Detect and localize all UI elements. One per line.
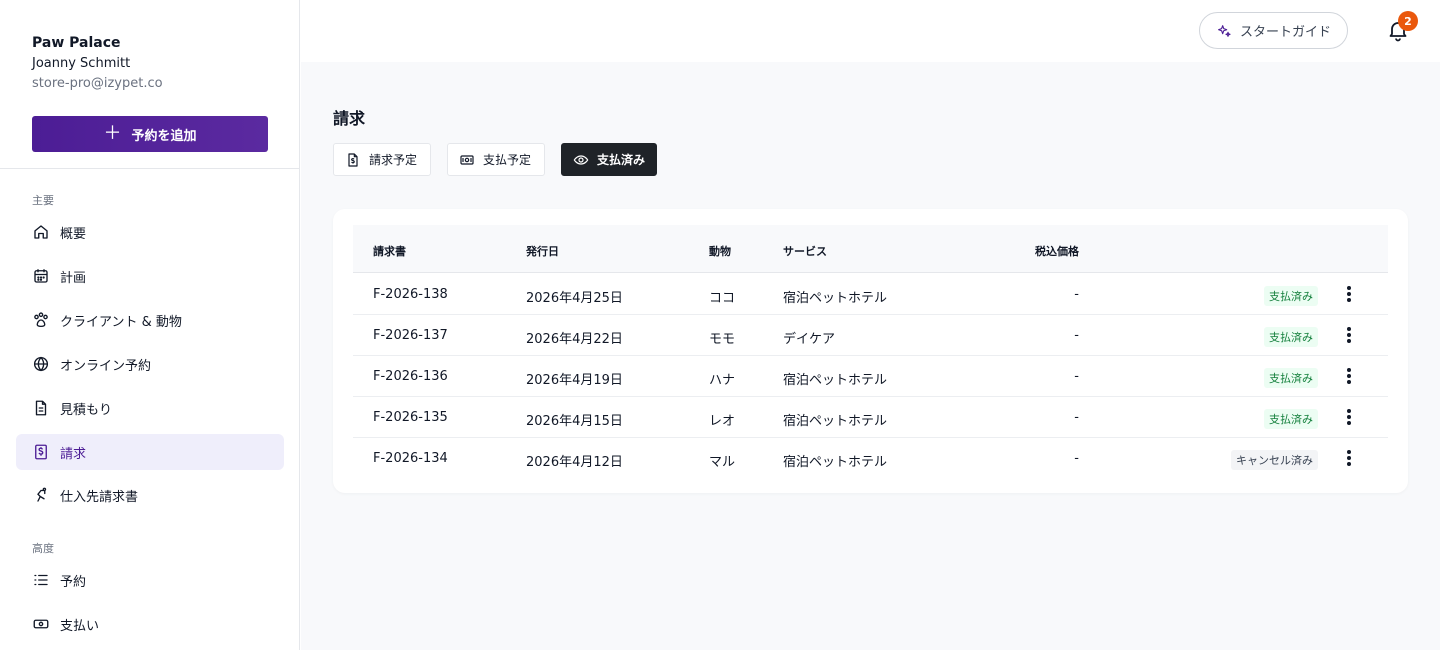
status-badge: 支払済み: [1264, 286, 1318, 306]
invoice-number[interactable]: F-2026-135: [373, 410, 448, 425]
invoice-number[interactable]: F-2026-134: [373, 451, 448, 466]
sidebar-item-label: 見積もり: [60, 402, 113, 418]
more-options-icon[interactable]: [1342, 366, 1356, 386]
service-name: 宿泊ペットホテル: [783, 373, 888, 388]
sidebar-item-label: 計画: [60, 270, 87, 286]
service-name: 宿泊ペットホテル: [783, 414, 888, 429]
paw-icon: [32, 311, 50, 329]
sidebar-item-payments[interactable]: 支払い: [16, 606, 284, 642]
sidebar-divider: [0, 168, 300, 169]
sidebar-item-overview[interactable]: 概要: [16, 214, 284, 250]
more-options-icon[interactable]: [1342, 325, 1356, 345]
issue-date: 2026年4月19日: [526, 373, 623, 388]
invoice-number[interactable]: F-2026-138: [373, 287, 448, 302]
price-value: -: [1074, 328, 1079, 343]
tab-scheduled-invoices[interactable]: 請求予定: [333, 143, 431, 176]
section-label-main: 主要: [32, 194, 54, 207]
issue-date: 2026年4月25日: [526, 291, 623, 306]
animal-name: マル: [709, 455, 736, 470]
animal-name: モモ: [709, 332, 736, 347]
sidebar-item-label: 予約: [60, 574, 87, 590]
status-badge: 支払済み: [1264, 327, 1318, 347]
issue-date: 2026年4月22日: [526, 332, 623, 347]
sidebar-item-quotes[interactable]: 見積もり: [16, 390, 284, 426]
table-row[interactable]: F-2026-137 2026年4月22日 モモ デイケア - 支払済み: [353, 315, 1388, 356]
sidebar-item-billing[interactable]: 請求: [16, 434, 284, 470]
sidebar: Paw Palace Joanny Schmitt store-pro@izyp…: [0, 0, 300, 650]
tab-label: 支払予定: [483, 153, 532, 167]
sidebar-item-planning[interactable]: 計画: [16, 258, 284, 294]
sidebar-item-label: 請求: [60, 446, 87, 462]
tab-label: 請求予定: [369, 153, 418, 167]
notification-badge: 2: [1398, 11, 1418, 31]
more-options-icon[interactable]: [1342, 407, 1356, 427]
plus-icon: ＋: [103, 123, 122, 144]
status-badge: 支払済み: [1264, 368, 1318, 388]
sidebar-item-label: 支払い: [60, 618, 100, 634]
price-value: -: [1074, 287, 1079, 302]
money-icon: [459, 152, 475, 168]
status-badge: キャンセル済み: [1231, 450, 1318, 470]
sidebar-item-label: 仕入先請求書: [60, 489, 139, 505]
sidebar-item-label: クライアント & 動物: [60, 314, 182, 330]
price-value: -: [1074, 410, 1079, 425]
animal-name: ココ: [709, 291, 736, 306]
animal-name: ハナ: [709, 373, 736, 388]
table-row[interactable]: F-2026-136 2026年4月19日 ハナ 宿泊ペットホテル - 支払済み: [353, 356, 1388, 397]
eye-icon: [573, 152, 589, 168]
tab-paid[interactable]: 支払済み: [561, 143, 657, 176]
tab-scheduled-payments[interactable]: 支払予定: [447, 143, 545, 176]
sidebar-item-label: オンライン予約: [60, 358, 152, 374]
add-booking-label: 予約を追加: [131, 128, 197, 144]
home-icon: [32, 223, 50, 241]
user-name: Joanny Schmitt: [32, 56, 131, 71]
cash-icon: [32, 615, 50, 633]
status-badge: 支払済み: [1264, 409, 1318, 429]
column-header-animal: 動物: [709, 245, 731, 258]
table-row[interactable]: F-2026-134 2026年4月12日 マル 宿泊ペットホテル - キャンセ…: [353, 438, 1388, 479]
price-value: -: [1074, 451, 1079, 466]
calendar-icon: [32, 267, 50, 285]
service-name: 宿泊ペットホテル: [783, 455, 888, 470]
sidebar-item-online-booking[interactable]: オンライン予約: [16, 346, 284, 382]
sidebar-item-clients[interactable]: クライアント & 動物: [16, 302, 284, 338]
service-name: 宿泊ペットホテル: [783, 291, 888, 306]
table-row[interactable]: F-2026-135 2026年4月15日 レオ 宿泊ペットホテル - 支払済み: [353, 397, 1388, 438]
store-name: Paw Palace: [32, 35, 121, 51]
globe-icon: [32, 355, 50, 373]
user-email: store-pro@izypet.co: [32, 76, 163, 91]
sidebar-item-label: 概要: [60, 226, 87, 242]
section-label-advanced: 高度: [32, 542, 54, 555]
document-icon: [32, 399, 50, 417]
service-name: デイケア: [783, 332, 836, 347]
list-icon: [32, 571, 50, 589]
column-header-service: サービス: [783, 245, 827, 258]
more-options-icon[interactable]: [1342, 448, 1356, 468]
start-guide-button[interactable]: スタートガイド: [1199, 12, 1348, 49]
column-header-invoice: 請求書: [373, 245, 406, 258]
tab-label: 支払済み: [597, 153, 646, 167]
column-header-date: 発行日: [526, 245, 559, 258]
column-header-price: 税込価格: [1035, 245, 1079, 258]
issue-date: 2026年4月12日: [526, 455, 623, 470]
table-header: [353, 225, 1388, 273]
table-row[interactable]: F-2026-138 2026年4月25日 ココ 宿泊ペットホテル - 支払済み: [353, 274, 1388, 315]
add-booking-button[interactable]: ＋ 予約を追加: [32, 116, 268, 152]
issue-date: 2026年4月15日: [526, 414, 623, 429]
invoice-number[interactable]: F-2026-137: [373, 328, 448, 343]
invoice-number[interactable]: F-2026-136: [373, 369, 448, 384]
sidebar-item-bookings[interactable]: 予約: [16, 562, 284, 598]
more-options-icon[interactable]: [1342, 284, 1356, 304]
invoice-icon: [345, 152, 361, 168]
invoice-dollar-icon: [32, 443, 50, 461]
sidebar-item-supplier-invoices[interactable]: 仕入先請求書: [16, 477, 284, 513]
start-guide-label: スタートガイド: [1239, 25, 1331, 40]
supplier-icon: [32, 486, 50, 504]
page-title: 請求: [333, 109, 366, 128]
sparkle-icon: [1216, 23, 1232, 39]
price-value: -: [1074, 369, 1079, 384]
animal-name: レオ: [709, 414, 736, 429]
